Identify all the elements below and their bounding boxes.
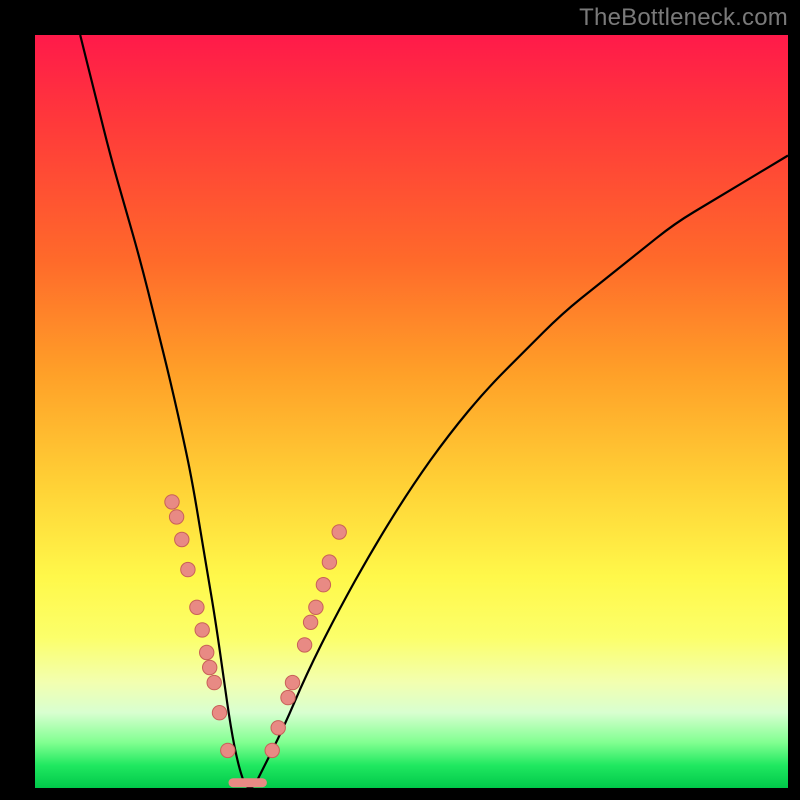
data-marker: [297, 638, 311, 652]
data-marker: [181, 562, 195, 576]
watermark-text: TheBottleneck.com: [579, 4, 788, 32]
data-marker: [281, 690, 295, 704]
data-marker: [195, 623, 209, 637]
data-marker: [207, 675, 221, 689]
bottleneck-curve: [80, 35, 788, 788]
chart-frame: TheBottleneck.com: [0, 0, 800, 800]
data-marker: [309, 600, 323, 614]
data-marker: [221, 743, 235, 757]
data-marker: [200, 645, 214, 659]
data-marker: [265, 743, 279, 757]
markers-right: [265, 525, 346, 758]
data-marker: [271, 721, 285, 735]
data-marker: [316, 578, 330, 592]
data-marker: [190, 600, 204, 614]
data-marker: [303, 615, 317, 629]
data-marker: [175, 532, 189, 546]
data-marker: [203, 660, 217, 674]
data-marker: [322, 555, 336, 569]
plot-area: [35, 35, 788, 788]
data-marker: [285, 675, 299, 689]
data-marker: [165, 495, 179, 509]
data-marker: [169, 510, 183, 524]
data-marker: [212, 706, 226, 720]
curve-svg: [35, 35, 788, 788]
data-marker: [332, 525, 346, 539]
